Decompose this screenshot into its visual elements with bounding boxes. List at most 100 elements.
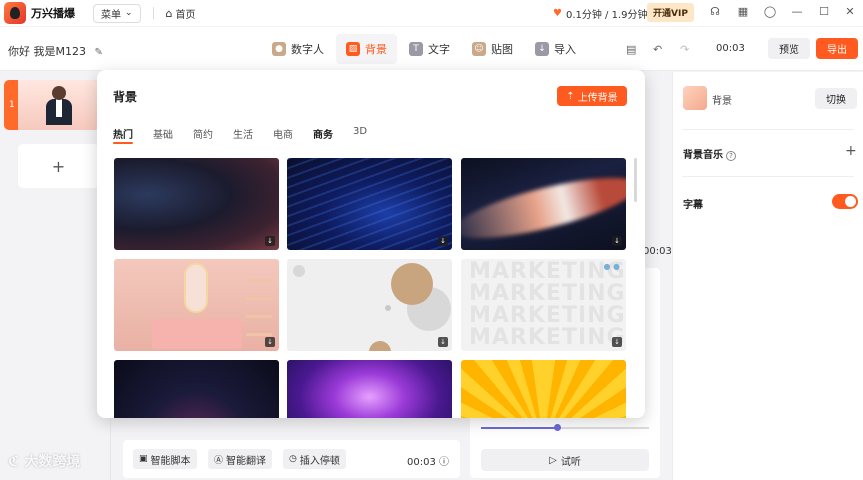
popup-scrollbar[interactable]: [634, 158, 637, 202]
tab-sticker[interactable]: ☺ 贴图: [462, 34, 523, 64]
preview-button[interactable]: 预览: [768, 38, 810, 59]
category-life[interactable]: 生活: [233, 126, 253, 141]
tab-label: 导入: [554, 43, 576, 56]
speed-slider-handle[interactable]: [554, 424, 561, 431]
project-title-text: 你好 我是M123: [8, 45, 86, 58]
insert-pause-button[interactable]: ◷ 插入停顿: [283, 449, 346, 469]
quota-text: 0.1分钟 / 1.9分钟: [565, 10, 648, 21]
circle-shape: [293, 265, 305, 277]
title-bar: 万兴播爆 菜单 ⌄ ⌂ 首页: [0, 0, 863, 26]
tab-background[interactable]: ▨ 背景: [336, 34, 397, 64]
grid-icon[interactable]: ▦: [736, 5, 750, 19]
background-tile[interactable]: ↓: [287, 158, 452, 250]
minimize-icon[interactable]: —: [790, 5, 804, 19]
upload-background-button[interactable]: ⇡ 上传背景: [557, 86, 627, 106]
script-duration-text: 00:03: [407, 457, 436, 468]
vip-button[interactable]: 开通VIP: [647, 3, 694, 22]
popup-title: 背景: [113, 90, 138, 104]
help-icon[interactable]: ?: [726, 151, 736, 161]
category-basic[interactable]: 基础: [153, 126, 173, 141]
avatar-head: [52, 86, 66, 100]
background-tile[interactable]: [287, 360, 452, 418]
avatar-shirt: [56, 99, 62, 117]
background-tile[interactable]: [461, 360, 626, 418]
diamond-icon: ♥: [553, 8, 562, 19]
headset-icon[interactable]: ☊: [708, 5, 722, 19]
download-icon[interactable]: ↓: [265, 236, 275, 246]
background-label: 背景: [712, 96, 732, 107]
circle-shape: [369, 341, 391, 351]
music-label: 背景音乐: [683, 150, 723, 161]
watermark-text: 大数跨境: [24, 454, 81, 470]
category-hot[interactable]: 热门: [113, 126, 133, 144]
tab-text[interactable]: T 文字: [399, 34, 460, 64]
speed-slider-fill: [481, 427, 557, 429]
tab-label: 数字人: [291, 43, 324, 56]
edit-icon[interactable]: ✎: [94, 47, 102, 58]
scene-thumbnail[interactable]: 1: [4, 80, 99, 130]
background-tile[interactable]: ↓: [461, 158, 626, 250]
subtitle-toggle[interactable]: [832, 194, 858, 209]
add-scene-button[interactable]: +: [18, 144, 99, 188]
home-link[interactable]: ⌂ 首页: [166, 6, 196, 21]
tab-digital-human[interactable]: ● 数字人: [262, 34, 334, 64]
undo-icon[interactable]: ↶: [653, 43, 662, 56]
download-icon[interactable]: ↓: [438, 236, 448, 246]
download-icon[interactable]: ↓: [438, 337, 448, 347]
circle-shape: [391, 263, 433, 305]
download-icon[interactable]: ↓: [612, 337, 622, 347]
category-simple[interactable]: 简约: [193, 126, 213, 141]
background-tile[interactable]: MARKETING MARKETING MARKETING MARKETING …: [461, 259, 626, 351]
listen-button[interactable]: ▷ 试听: [481, 449, 649, 471]
close-icon[interactable]: ✕: [843, 5, 857, 19]
chip-label: 智能脚本: [150, 455, 191, 467]
upload-icon: ⇡: [566, 90, 575, 102]
tab-import[interactable]: ↓ 导入: [525, 34, 586, 64]
home-label: 首页: [175, 9, 196, 21]
app-logo-icon: [4, 2, 26, 24]
category-business[interactable]: 商务: [313, 126, 333, 141]
background-picker-popup: 背景 ⇡ 上传背景 热门 基础 简约 生活 电商 商务 3D ↓ ↓ ↓ ↓ ↓: [97, 70, 645, 418]
import-icon: ↓: [535, 42, 549, 56]
scene-preview-image: [18, 80, 99, 130]
scene-panel: 1 +: [0, 72, 111, 480]
download-icon[interactable]: ↓: [265, 337, 275, 347]
home-icon: ⌂: [165, 6, 173, 20]
tab-label: 背景: [365, 43, 387, 56]
background-swatch: [683, 86, 707, 110]
text-icon: T: [409, 42, 423, 56]
subtitle-label: 字幕: [683, 200, 703, 211]
project-title[interactable]: 你好 我是M123 ✎: [8, 43, 103, 59]
category-ecommerce[interactable]: 电商: [273, 126, 293, 141]
export-button[interactable]: 导出: [816, 38, 858, 59]
loading-icon: ● ●: [603, 262, 620, 271]
sink-shape: [152, 319, 242, 349]
background-tile[interactable]: ↓: [114, 158, 279, 250]
settings-panel: [672, 72, 863, 480]
add-music-icon[interactable]: +: [845, 143, 857, 159]
help-icon[interactable]: ⓘ: [439, 457, 449, 468]
menu-button[interactable]: 菜单 ⌄: [93, 3, 141, 23]
upload-label: 上传背景: [577, 92, 618, 104]
chip-label: 插入停顿: [299, 455, 340, 467]
smart-translate-button[interactable]: Ⓐ 智能翻译: [208, 449, 273, 469]
background-tile[interactable]: ↓: [114, 259, 279, 351]
quota-display: ♥ 0.1分钟 / 1.9分钟: [553, 6, 648, 21]
sticker-icon: ☺: [472, 42, 486, 56]
background-tile[interactable]: ↓: [287, 259, 452, 351]
divider: [682, 176, 854, 177]
app-name: 万兴播爆: [31, 7, 75, 20]
chevron-down-icon: ⌄: [125, 8, 133, 18]
background-tile[interactable]: [114, 360, 279, 418]
redo-icon[interactable]: ↷: [680, 43, 689, 56]
smart-script-button[interactable]: ▣ 智能脚本: [133, 449, 197, 469]
translate-icon: Ⓐ: [214, 455, 224, 466]
maximize-icon[interactable]: ☐: [817, 5, 831, 19]
side-time: 00:03: [643, 246, 672, 257]
editor-toolbar: 你好 我是M123 ✎ ● 数字人 ▨ 背景 T 文字 ☺ 贴图 ↓ 导入 ▤ …: [0, 27, 863, 71]
category-3d[interactable]: 3D: [353, 126, 367, 141]
download-icon[interactable]: ↓: [612, 236, 622, 246]
calendar-icon[interactable]: ▤: [626, 43, 636, 56]
user-icon[interactable]: ◯: [763, 5, 777, 19]
switch-background-button[interactable]: 切换: [815, 88, 857, 109]
